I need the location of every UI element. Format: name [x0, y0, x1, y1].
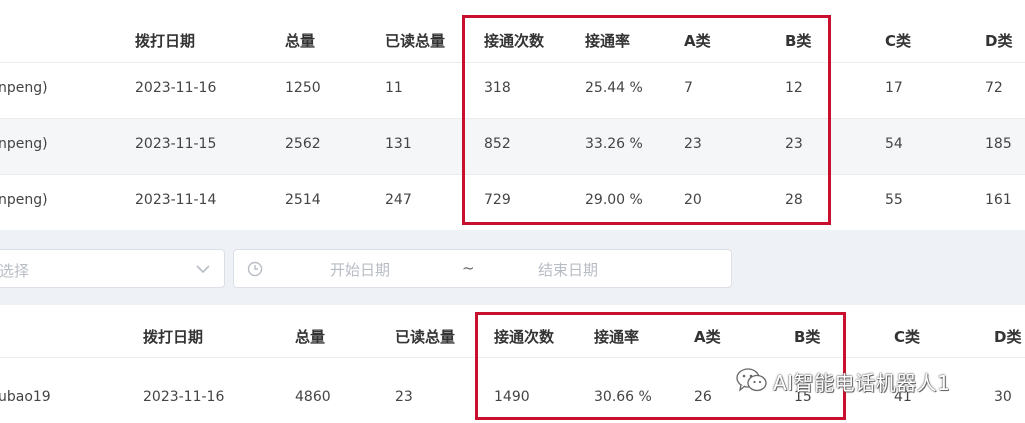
- wechat-icon: [736, 368, 767, 392]
- cell-date: 2023-11-14: [135, 192, 217, 208]
- col-header-total[interactable]: 总量: [295, 326, 325, 347]
- cell-total: 1250: [285, 80, 321, 96]
- cell-read: 247: [385, 192, 412, 208]
- cell-date: 2023-11-16: [135, 80, 217, 96]
- select-placeholder: 选择: [0, 262, 30, 280]
- col-header-class-d[interactable]: D类: [994, 326, 1021, 347]
- start-date-input[interactable]: 开始日期: [330, 259, 390, 280]
- cell-total: 2514: [285, 192, 321, 208]
- col-header-call-date[interactable]: 拨打日期: [143, 326, 203, 347]
- date-separator: ~: [462, 259, 475, 277]
- watermark: AI智能电话机器人1: [735, 364, 950, 398]
- cell-read: 23: [395, 389, 413, 405]
- cell-c: 17: [885, 80, 903, 96]
- cell-date: 2023-11-15: [135, 136, 217, 152]
- col-header-read-total[interactable]: 已读总量: [385, 30, 445, 51]
- cell-name: ubao19: [0, 389, 51, 405]
- cell-c: 54: [885, 136, 903, 152]
- cell-read: 131: [385, 136, 412, 152]
- col-header-class-d[interactable]: D类: [985, 30, 1012, 51]
- cell-name: npeng): [0, 192, 48, 208]
- clock-icon: [247, 261, 263, 277]
- col-header-class-c[interactable]: C类: [894, 326, 920, 347]
- cell-d: 30: [994, 389, 1012, 405]
- watermark-text: AI智能电话机器人1: [773, 370, 951, 395]
- col-header-total[interactable]: 总量: [285, 30, 315, 51]
- end-date-input[interactable]: 结束日期: [538, 259, 598, 280]
- col-header-read-total[interactable]: 已读总量: [395, 326, 455, 347]
- cell-total: 4860: [295, 389, 331, 405]
- cell-name: npeng): [0, 80, 48, 96]
- highlight-box: [462, 15, 831, 225]
- col-header-class-c[interactable]: C类: [885, 30, 911, 51]
- cell-d: 185: [985, 136, 1012, 152]
- cell-d: 161: [985, 192, 1012, 208]
- cell-d: 72: [985, 80, 1003, 96]
- chevron-down-icon: [196, 265, 210, 274]
- cell-name: npeng): [0, 136, 48, 152]
- cell-read: 11: [385, 80, 403, 96]
- date-range-picker[interactable]: 开始日期 ~ 结束日期: [233, 249, 732, 288]
- cell-c: 55: [885, 192, 903, 208]
- cell-date: 2023-11-16: [143, 389, 225, 405]
- cell-total: 2562: [285, 136, 321, 152]
- select-dropdown[interactable]: 选择: [0, 249, 225, 288]
- col-header-call-date[interactable]: 拨打日期: [135, 30, 195, 51]
